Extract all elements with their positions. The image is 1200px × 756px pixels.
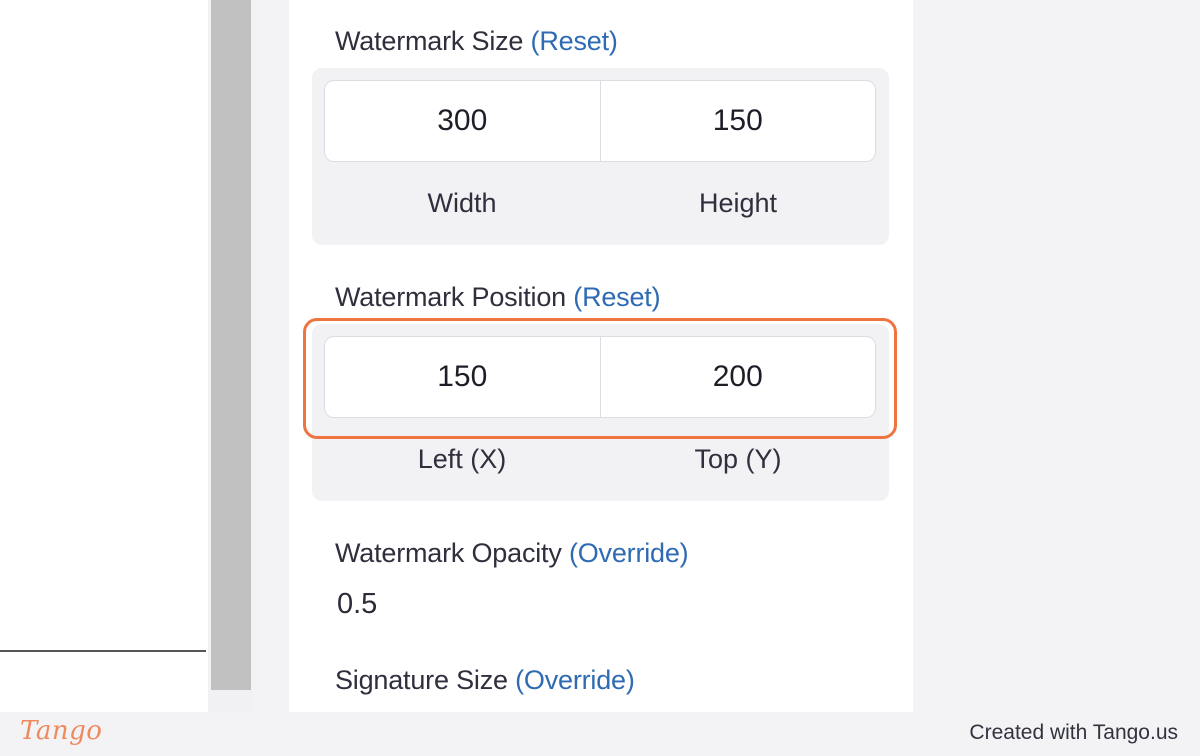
top-y-label: Top (Y) bbox=[694, 444, 782, 474]
tango-logo: Tango bbox=[20, 716, 103, 746]
watermark-top-y-input[interactable]: 200 bbox=[599, 337, 876, 417]
width-label: Width bbox=[427, 188, 497, 218]
watermark-size-inputs: 300 150 bbox=[324, 80, 876, 162]
signature-size-override-link[interactable]: (Override) bbox=[515, 665, 635, 695]
footer-bar: Tango Created with Tango.us bbox=[0, 712, 1200, 756]
watermark-opacity-title: Watermark Opacity bbox=[335, 538, 562, 568]
watermark-opacity-override-link[interactable]: (Override) bbox=[569, 538, 689, 568]
watermark-width-input[interactable]: 300 bbox=[325, 81, 600, 161]
watermark-position-reset-link[interactable]: (Reset) bbox=[573, 282, 660, 312]
watermark-size-reset-link[interactable]: (Reset) bbox=[531, 26, 618, 56]
watermark-position-label: Watermark Position (Reset) bbox=[335, 282, 661, 313]
footer-credit: Created with Tango.us bbox=[969, 721, 1178, 744]
watermark-size-group: 300 150 Width Height bbox=[312, 68, 889, 245]
panel-gutter bbox=[252, 0, 289, 712]
watermark-position-group: 150 200 Left (X) Top (Y) bbox=[312, 324, 889, 501]
right-background bbox=[913, 0, 1200, 712]
signature-size-label: Signature Size (Override) bbox=[335, 665, 635, 696]
height-label: Height bbox=[698, 188, 778, 218]
watermark-opacity-value: 0.5 bbox=[337, 588, 378, 620]
watermark-left-x-input[interactable]: 150 bbox=[325, 337, 600, 417]
document-preview-pane bbox=[0, 0, 208, 712]
watermark-opacity-label: Watermark Opacity (Override) bbox=[335, 538, 689, 569]
watermark-position-sublabels: Left (X) Top (Y) bbox=[324, 444, 876, 475]
watermark-height-input[interactable]: 150 bbox=[599, 81, 876, 161]
left-x-label: Left (X) bbox=[417, 444, 507, 474]
watermark-position-title: Watermark Position bbox=[335, 282, 566, 312]
scrollbar-thumb[interactable] bbox=[211, 0, 251, 690]
preview-divider-line bbox=[0, 650, 206, 652]
watermark-position-inputs: 150 200 bbox=[324, 336, 876, 418]
watermark-size-sublabels: Width Height bbox=[324, 188, 876, 219]
watermark-size-title: Watermark Size bbox=[335, 26, 524, 56]
watermark-size-label: Watermark Size (Reset) bbox=[335, 26, 618, 57]
signature-size-title: Signature Size bbox=[335, 665, 508, 695]
